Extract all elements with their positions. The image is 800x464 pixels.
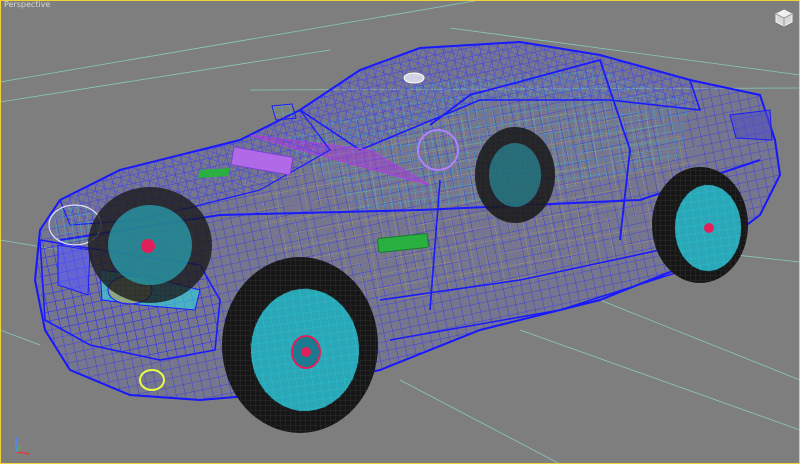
rear-right-wheel[interactable] — [475, 127, 555, 223]
rear-left-wheel[interactable] — [652, 167, 748, 283]
perspective-viewport[interactable]: Perspective — [0, 0, 800, 464]
front-right-wheel[interactable] — [88, 187, 212, 303]
scene-canvas[interactable] — [0, 0, 800, 464]
home-viewcube-icon[interactable] — [774, 8, 794, 28]
front-left-wheel[interactable] — [222, 257, 378, 433]
xyz-axis-icon — [15, 437, 31, 455]
viewport-label[interactable]: Perspective — [4, 0, 50, 10]
